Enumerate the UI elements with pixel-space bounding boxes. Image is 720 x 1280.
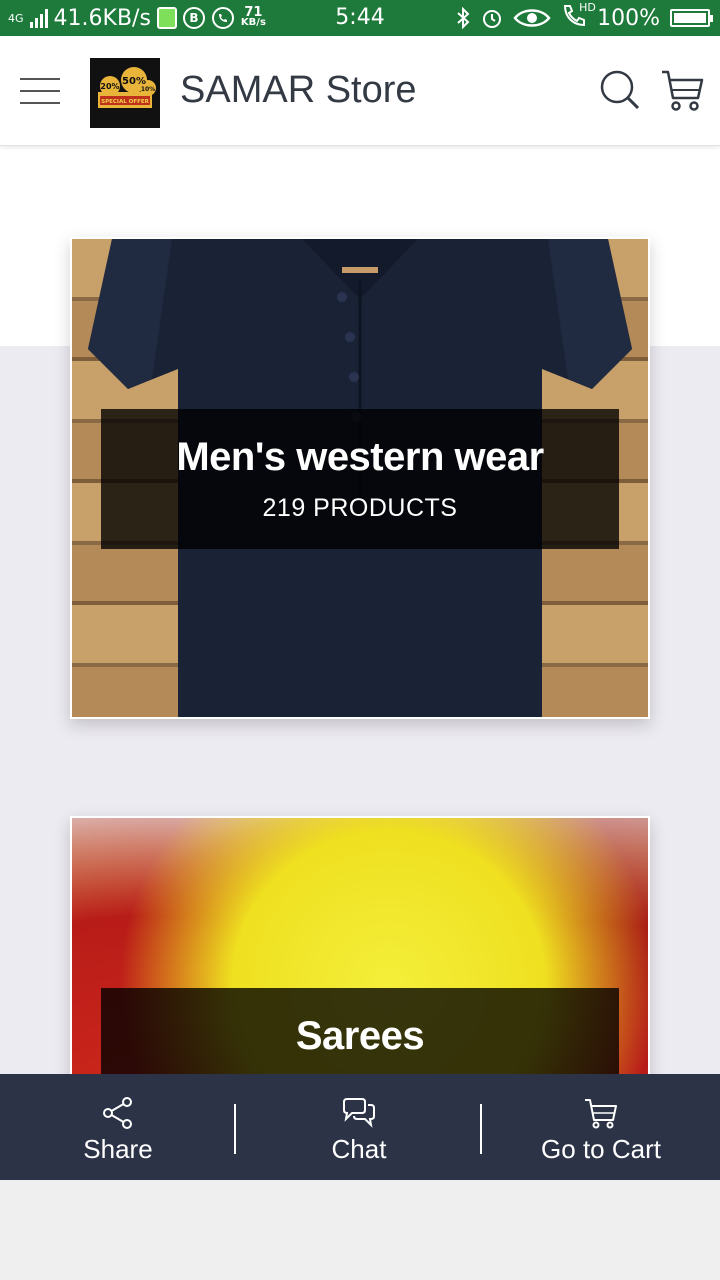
search-button[interactable] bbox=[598, 68, 642, 112]
search-icon bbox=[600, 70, 640, 110]
cart-button[interactable] bbox=[658, 66, 706, 114]
battery-icon bbox=[670, 9, 713, 27]
battery-saver-icon bbox=[156, 7, 177, 29]
status-left: 4G 41.6KB/s B 71 KB/s bbox=[8, 0, 266, 36]
logo-text-d: SPECIAL OFFER bbox=[101, 99, 149, 105]
category-title: Men's western wear bbox=[176, 435, 544, 479]
app-bar: 20% 50% 10% SPECIAL OFFER SAMAR Store bbox=[0, 36, 720, 146]
alarm-icon bbox=[483, 10, 502, 28]
go-to-cart-label: Go to Cart bbox=[541, 1133, 661, 1164]
data-speed: 41.6KB/s bbox=[53, 5, 151, 31]
category-overlay: Men's western wear 219 PRODUCTS bbox=[101, 409, 619, 549]
app-title: SAMAR Store bbox=[180, 69, 417, 111]
signal-icon bbox=[29, 8, 48, 28]
hd-call-icon: HD bbox=[561, 1, 596, 33]
bluetooth-icon bbox=[457, 7, 470, 29]
cart-icon bbox=[662, 70, 704, 111]
category-overlay: Sarees bbox=[101, 988, 619, 1074]
kbs-unit: KB/s bbox=[240, 17, 266, 28]
chat-label: Chat bbox=[331, 1133, 387, 1164]
network-indicator: 4G bbox=[8, 13, 24, 24]
net-speed-badge: 71 KB/s bbox=[240, 6, 266, 28]
logo-text-a: 20% bbox=[100, 82, 119, 91]
hamburger-icon bbox=[20, 78, 60, 80]
category-list: Men's western wear 219 PRODUCTS Sarees bbox=[0, 146, 720, 1074]
share-icon bbox=[103, 1096, 132, 1129]
category-card[interactable]: Men's western wear 219 PRODUCTS bbox=[70, 237, 650, 719]
cart-icon bbox=[585, 1098, 617, 1128]
network-type: 4G bbox=[8, 11, 24, 25]
store-logo: 20% 50% 10% SPECIAL OFFER bbox=[90, 58, 160, 128]
category-product-count: 219 PRODUCTS bbox=[262, 494, 458, 522]
chat-icon bbox=[343, 1097, 375, 1128]
chat-button[interactable]: Chat bbox=[236, 1074, 482, 1180]
bottom-action-bar: Share Chat Go to Cart bbox=[0, 1074, 720, 1180]
b-badge-text: B bbox=[189, 11, 199, 25]
category-card[interactable]: Sarees bbox=[70, 816, 650, 1074]
status-right: HD 100% bbox=[455, 0, 713, 36]
whatsapp-icon bbox=[211, 7, 234, 29]
status-bar: 4G 41.6KB/s B 71 KB/s 5:44 HD 100% bbox=[0, 0, 720, 36]
eye-icon bbox=[513, 9, 551, 27]
nav-bar-area bbox=[0, 1180, 720, 1280]
menu-button[interactable] bbox=[20, 74, 60, 106]
category-title: Sarees bbox=[295, 1014, 425, 1058]
hd-label: HD bbox=[579, 1, 596, 14]
share-button[interactable]: Share bbox=[0, 1074, 236, 1180]
logo-text-c: 10% bbox=[141, 86, 155, 93]
share-label: Share bbox=[83, 1133, 153, 1164]
battery-percent: 100% bbox=[597, 5, 660, 31]
go-to-cart-button[interactable]: Go to Cart bbox=[482, 1074, 720, 1180]
b-badge-icon: B bbox=[182, 7, 205, 29]
